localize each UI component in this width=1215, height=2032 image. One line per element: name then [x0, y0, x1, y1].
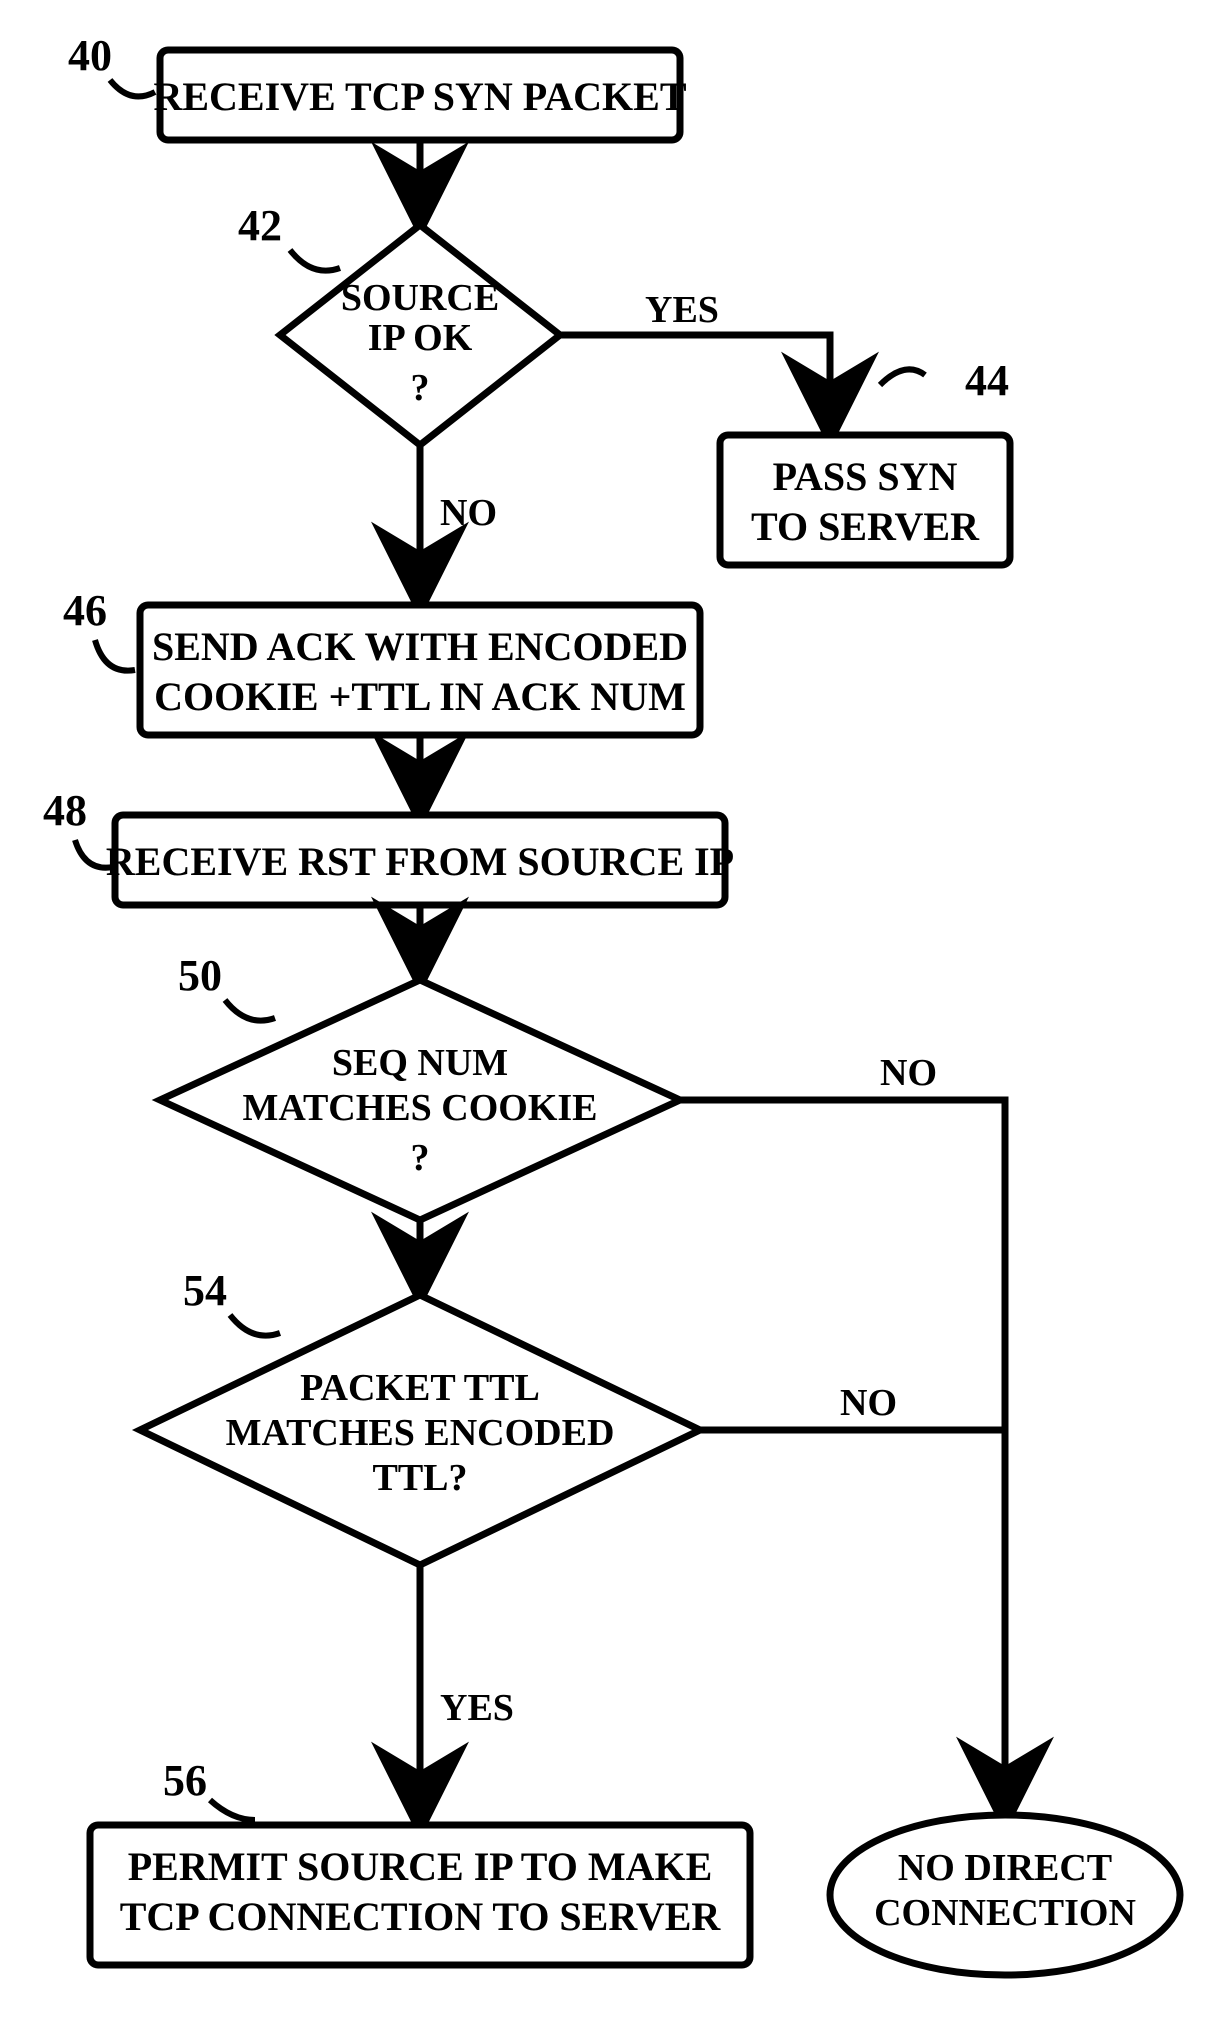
ref-42: 42: [238, 201, 340, 271]
svg-text:54: 54: [183, 1266, 227, 1315]
svg-text:SOURCE: SOURCE: [341, 277, 499, 319]
svg-text:50: 50: [178, 951, 222, 1000]
svg-text:TO SERVER: TO SERVER: [751, 504, 980, 549]
svg-text:IP OK: IP OK: [368, 317, 473, 359]
terminator-no-direct-connection: NO DIRECT CONNECTION: [830, 1815, 1180, 1975]
svg-text:56: 56: [163, 1756, 207, 1805]
svg-text:COOKIE +TTL IN ACK NUM: COOKIE +TTL IN ACK NUM: [154, 674, 686, 719]
ref-50: 50: [178, 951, 275, 1021]
svg-text:44: 44: [965, 356, 1009, 405]
ref-46: 46: [63, 586, 135, 671]
svg-text:YES: YES: [645, 289, 719, 331]
svg-text:46: 46: [63, 586, 107, 635]
ref-40: 40: [68, 31, 155, 96]
ref-48: 48: [43, 786, 113, 868]
process-receive-rst: RECEIVE RST FROM SOURCE IP: [106, 815, 734, 905]
edge-42-yes: YES: [560, 289, 830, 430]
svg-text:NO: NO: [840, 1382, 897, 1424]
decision-ttl-matches: PACKET TTL MATCHES ENCODED TTL?: [140, 1295, 700, 1565]
svg-text:TCP CONNECTION TO SERVER: TCP CONNECTION TO SERVER: [120, 1894, 722, 1939]
process-receive-syn-text: RECEIVE TCP SYN PACKET: [153, 74, 686, 119]
svg-text:42: 42: [238, 201, 282, 250]
svg-text:SEQ NUM: SEQ NUM: [332, 1042, 508, 1084]
svg-text:PERMIT SOURCE IP TO MAKE: PERMIT SOURCE IP TO MAKE: [128, 1844, 713, 1889]
svg-text:MATCHES COOKIE: MATCHES COOKIE: [242, 1087, 597, 1129]
ref-44: 44: [880, 356, 1009, 405]
svg-text:NO: NO: [440, 492, 497, 534]
edge-42-no: NO: [420, 445, 497, 600]
ref-54: 54: [183, 1266, 280, 1336]
process-permit-connection: PERMIT SOURCE IP TO MAKE TCP CONNECTION …: [90, 1825, 750, 1965]
svg-text:SEND ACK WITH ENCODED: SEND ACK WITH ENCODED: [152, 624, 688, 669]
svg-text:MATCHES ENCODED: MATCHES ENCODED: [226, 1412, 615, 1454]
svg-text:NO DIRECT: NO DIRECT: [898, 1847, 1112, 1889]
svg-text:?: ?: [411, 1137, 430, 1179]
svg-text:?: ?: [411, 367, 430, 409]
process-send-ack: SEND ACK WITH ENCODED COOKIE +TTL IN ACK…: [140, 605, 700, 735]
svg-text:48: 48: [43, 786, 87, 835]
process-receive-syn: RECEIVE TCP SYN PACKET: [153, 50, 686, 140]
svg-text:TTL?: TTL?: [372, 1457, 467, 1499]
svg-text:NO: NO: [880, 1052, 937, 1094]
svg-text:PASS SYN: PASS SYN: [773, 454, 958, 499]
ref-56: 56: [163, 1756, 255, 1820]
edge-54-yes: YES: [420, 1565, 514, 1820]
edge-54-no: NO: [700, 1382, 1005, 1430]
svg-text:PACKET TTL: PACKET TTL: [300, 1367, 540, 1409]
process-pass-syn: PASS SYN TO SERVER: [720, 435, 1010, 565]
decision-source-ip-ok: SOURCE IP OK ?: [280, 225, 560, 445]
svg-text:40: 40: [68, 31, 112, 80]
svg-text:CONNECTION: CONNECTION: [874, 1892, 1136, 1934]
svg-text:RECEIVE RST FROM SOURCE IP: RECEIVE RST FROM SOURCE IP: [106, 839, 734, 884]
svg-text:YES: YES: [440, 1687, 514, 1729]
